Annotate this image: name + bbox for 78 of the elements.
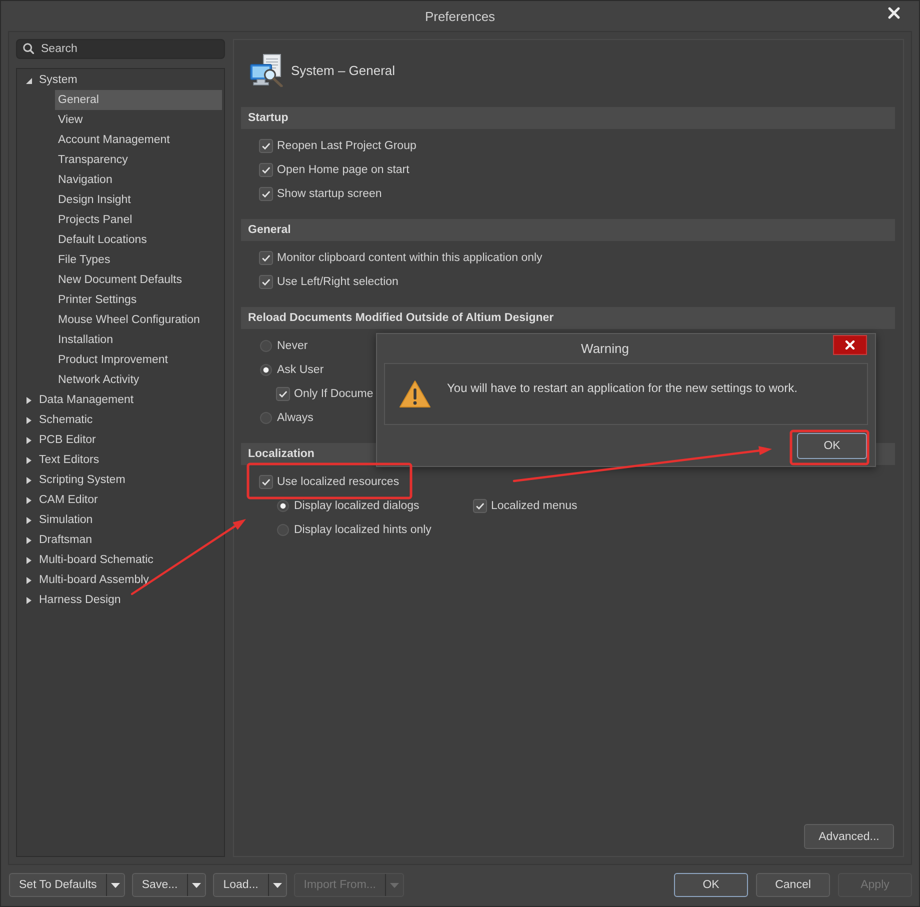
tree-item[interactable]: Installation <box>55 330 222 350</box>
caret-icon <box>390 882 399 888</box>
radio-button[interactable] <box>277 524 289 536</box>
advanced-button[interactable]: Advanced... <box>804 824 894 849</box>
dialog-message: You will have to restart an application for the new settings to work. <box>447 381 798 395</box>
close-icon <box>845 340 855 350</box>
tree-item[interactable]: Scripting System <box>17 470 224 490</box>
search-field[interactable]: Search <box>16 39 225 59</box>
caret-icon <box>110 882 120 888</box>
checkbox-label: Localized menus <box>491 500 578 512</box>
ok-button[interactable]: OK <box>674 873 748 897</box>
cancel-button[interactable]: Cancel <box>756 873 830 897</box>
checkbox-label: Reopen Last Project Group <box>277 140 416 152</box>
tree-item[interactable]: Printer Settings <box>55 290 222 310</box>
tree-item[interactable]: View <box>55 110 222 130</box>
radio-button[interactable] <box>277 500 289 512</box>
tree-item[interactable]: File Types <box>55 250 222 270</box>
section-header: Reload Documents Modified Outside of Altium Designer <box>241 307 895 329</box>
page-title: System – General <box>291 63 396 78</box>
ok-button[interactable]: OK <box>797 433 867 459</box>
checkbox[interactable] <box>473 499 487 513</box>
tree-item[interactable]: General <box>55 90 222 110</box>
radio-label: Display localized dialogs <box>294 500 420 512</box>
tree-item[interactable]: Product Improvement <box>55 350 222 370</box>
tree-item[interactable]: Default Locations <box>55 230 222 250</box>
radio-label: Never <box>277 340 308 352</box>
checkbox[interactable] <box>259 275 273 289</box>
checkbox-label: Show startup screen <box>277 188 382 200</box>
tree-item[interactable]: Network Activity <box>55 370 222 390</box>
load-button[interactable]: Load... <box>212 873 287 897</box>
tree-item[interactable]: Navigation <box>55 170 222 190</box>
caret-icon <box>272 882 282 888</box>
tree-item[interactable]: Simulation <box>17 510 224 530</box>
checkbox[interactable] <box>259 139 273 153</box>
tree-item[interactable]: Projects Panel <box>55 210 222 230</box>
checkbox[interactable] <box>259 475 273 489</box>
radio-label: Always <box>277 412 314 424</box>
checkbox[interactable] <box>259 163 273 177</box>
radio-button[interactable] <box>260 412 272 424</box>
checkbox-label: Only If Docume <box>294 388 374 400</box>
radio-label: Ask User <box>277 364 324 376</box>
section-header: General <box>241 219 895 241</box>
tree-item[interactable]: Multi-board Assembly <box>17 570 224 590</box>
tree-item[interactable]: Draftsman <box>17 530 224 550</box>
checkbox[interactable] <box>259 187 273 201</box>
radio-label: Display localized hints only <box>294 524 432 536</box>
checkbox-label: Use Left/Right selection <box>277 276 398 288</box>
tree-item[interactable]: System <box>17 70 224 90</box>
checkbox-label: Monitor clipboard content within this application only <box>277 252 542 264</box>
radio-button[interactable] <box>260 340 272 352</box>
tree-item[interactable]: Mouse Wheel Configuration <box>55 310 222 330</box>
tree-item[interactable]: CAM Editor <box>17 490 224 510</box>
tree-item[interactable]: Text Editors <box>17 450 224 470</box>
checkbox-label: Use localized resources <box>277 476 400 488</box>
radio-button[interactable] <box>260 364 272 376</box>
tree-item[interactable]: Harness Design <box>17 590 224 610</box>
warning-icon <box>399 380 431 408</box>
tree-item[interactable]: Design Insight <box>55 190 222 210</box>
close-icon <box>888 7 900 19</box>
tree-item[interactable]: New Document Defaults <box>55 270 222 290</box>
caret-icon <box>192 882 201 888</box>
set-to-defaults-button[interactable]: Set To Defaults <box>9 873 125 897</box>
section-header: Startup <box>241 107 895 129</box>
tree-item[interactable]: Data Management <box>17 390 224 410</box>
save-button[interactable]: Save... <box>132 873 206 897</box>
tree-item[interactable]: Account Management <box>55 130 222 150</box>
close-button[interactable] <box>833 335 867 355</box>
checkbox-label: Open Home page on start <box>277 164 410 176</box>
search-icon <box>23 43 34 54</box>
tree-item[interactable]: Schematic <box>17 410 224 430</box>
checkbox[interactable] <box>259 251 273 265</box>
window-title: Preferences <box>424 8 496 24</box>
dialog-title: Warning <box>580 341 630 356</box>
tree-item[interactable]: Multi-board Schematic <box>17 550 224 570</box>
checkbox[interactable] <box>276 387 290 401</box>
tree-item[interactable]: Transparency <box>55 150 222 170</box>
monitor-magnifier-icon <box>250 54 283 87</box>
tree-item[interactable]: PCB Editor <box>17 430 224 450</box>
